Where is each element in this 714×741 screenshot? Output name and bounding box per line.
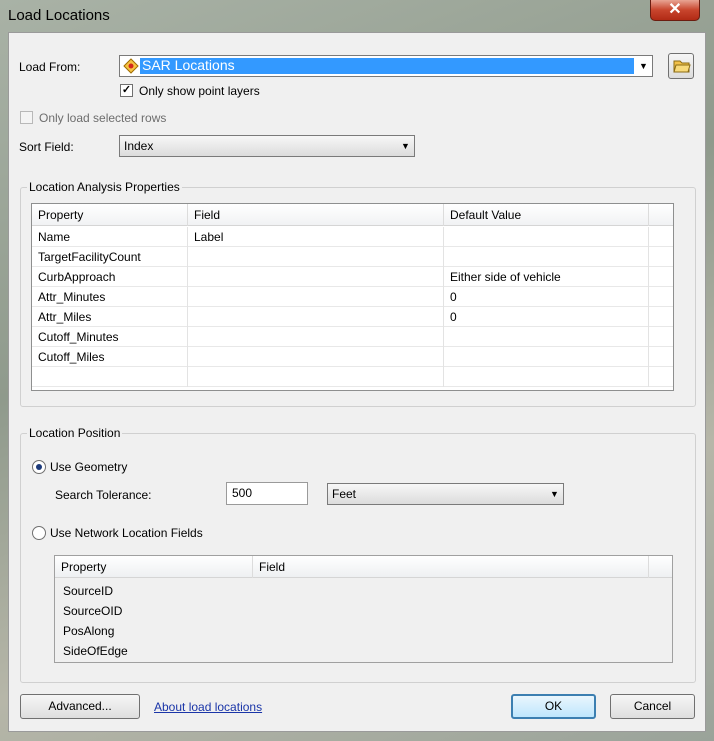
load-from-combo[interactable]: SAR Locations ▼ (119, 55, 653, 77)
table-header: Property Field Default Value (32, 204, 673, 226)
search-tolerance-label: Search Tolerance: (55, 488, 152, 502)
sort-field-label: Sort Field: (19, 140, 74, 154)
use-geometry-label: Use Geometry (50, 460, 128, 474)
table-row[interactable]: CurbApproach Either side of vehicle (32, 267, 673, 287)
table-row[interactable]: Attr_Miles 0 (32, 307, 673, 327)
default-value-cell[interactable] (444, 327, 649, 347)
table-header: Property Field (55, 556, 672, 578)
ok-button[interactable]: OK (511, 694, 596, 719)
field-cell[interactable] (188, 347, 444, 367)
tolerance-unit-value: Feet (332, 487, 357, 501)
default-value-cell[interactable] (444, 347, 649, 367)
use-network-fields-radio[interactable] (32, 526, 46, 540)
field-cell[interactable] (188, 247, 444, 267)
default-value-cell[interactable]: Either side of vehicle (444, 267, 649, 287)
chevron-down-icon[interactable]: ▼ (546, 484, 563, 504)
property-cell (32, 367, 188, 387)
column-header-property[interactable]: Property (32, 204, 188, 226)
tolerance-unit-combo[interactable]: Feet ▼ (327, 483, 564, 505)
search-tolerance-input[interactable]: 500 (226, 482, 308, 505)
network-fields-table[interactable]: Property Field SourceID SourceOID PosAlo… (54, 555, 673, 663)
about-load-locations-link[interactable]: About load locations (154, 700, 262, 714)
analysis-properties-table[interactable]: Property Field Default Value Name Label … (31, 203, 674, 391)
only-point-layers-checkbox[interactable]: ✓ (120, 84, 133, 97)
only-selected-rows-label: Only load selected rows (39, 111, 167, 125)
browse-button[interactable] (668, 53, 694, 79)
load-from-value: SAR Locations (142, 57, 235, 73)
use-network-fields-label: Use Network Location Fields (50, 526, 203, 540)
close-icon: ✕ (668, 1, 682, 18)
list-item: SourceID (63, 584, 114, 598)
list-item: SourceOID (63, 604, 123, 618)
dialog-body: Load From: SAR Locations ▼ ✓ Only show p… (8, 32, 706, 732)
sort-field-value: Index (124, 139, 154, 153)
default-value-cell[interactable]: 0 (444, 307, 649, 327)
window-title: Load Locations (8, 7, 110, 24)
property-cell: Name (32, 227, 188, 247)
advanced-button[interactable]: Advanced... (20, 694, 140, 719)
load-from-selection: SAR Locations (140, 57, 634, 74)
layer-icon (123, 58, 139, 77)
column-header-default-value[interactable]: Default Value (444, 204, 649, 226)
table-row[interactable]: Cutoff_Miles (32, 347, 673, 367)
field-cell[interactable] (188, 267, 444, 287)
property-cell: Attr_Minutes (32, 287, 188, 307)
open-folder-icon (673, 58, 691, 77)
field-cell[interactable] (188, 367, 444, 387)
default-value-cell[interactable] (444, 227, 649, 247)
cancel-button[interactable]: Cancel (610, 694, 695, 719)
column-header-property[interactable]: Property (55, 556, 253, 578)
table-row[interactable]: Cutoff_Minutes (32, 327, 673, 347)
field-cell[interactable]: Label (188, 227, 444, 247)
default-value-cell[interactable]: 0 (444, 287, 649, 307)
use-geometry-radio[interactable] (32, 460, 46, 474)
default-value-cell[interactable] (444, 367, 649, 387)
search-tolerance-value: 500 (232, 486, 253, 500)
chevron-down-icon[interactable]: ▼ (635, 56, 652, 76)
property-cell: Cutoff_Miles (32, 347, 188, 367)
property-cell: Attr_Miles (32, 307, 188, 327)
table-row[interactable]: Attr_Minutes 0 (32, 287, 673, 307)
field-cell[interactable] (188, 287, 444, 307)
field-cell[interactable] (188, 327, 444, 347)
only-point-layers-label: Only show point layers (139, 84, 260, 98)
analysis-properties-title: Location Analysis Properties (27, 180, 182, 194)
column-header-field[interactable]: Field (188, 204, 444, 226)
load-locations-window: Load Locations ✕ Load From: SAR Location… (0, 0, 714, 741)
field-cell[interactable] (188, 307, 444, 327)
location-position-title: Location Position (27, 426, 123, 440)
chevron-down-icon[interactable]: ▼ (397, 136, 414, 156)
list-item: SideOfEdge (63, 644, 128, 658)
property-cell: CurbApproach (32, 267, 188, 287)
table-row[interactable]: Name Label (32, 227, 673, 247)
column-header-field[interactable]: Field (253, 556, 649, 578)
only-selected-rows-checkbox[interactable] (20, 111, 33, 124)
default-value-cell[interactable] (444, 247, 649, 267)
close-button[interactable]: ✕ (650, 0, 700, 21)
table-row[interactable]: TargetFacilityCount (32, 247, 673, 267)
property-cell: Cutoff_Minutes (32, 327, 188, 347)
load-from-label: Load From: (19, 60, 81, 74)
list-item: PosAlong (63, 624, 115, 638)
table-row[interactable] (32, 367, 673, 387)
title-bar[interactable]: Load Locations ✕ (0, 0, 714, 32)
sort-field-combo[interactable]: Index ▼ (119, 135, 415, 157)
property-cell: TargetFacilityCount (32, 247, 188, 267)
